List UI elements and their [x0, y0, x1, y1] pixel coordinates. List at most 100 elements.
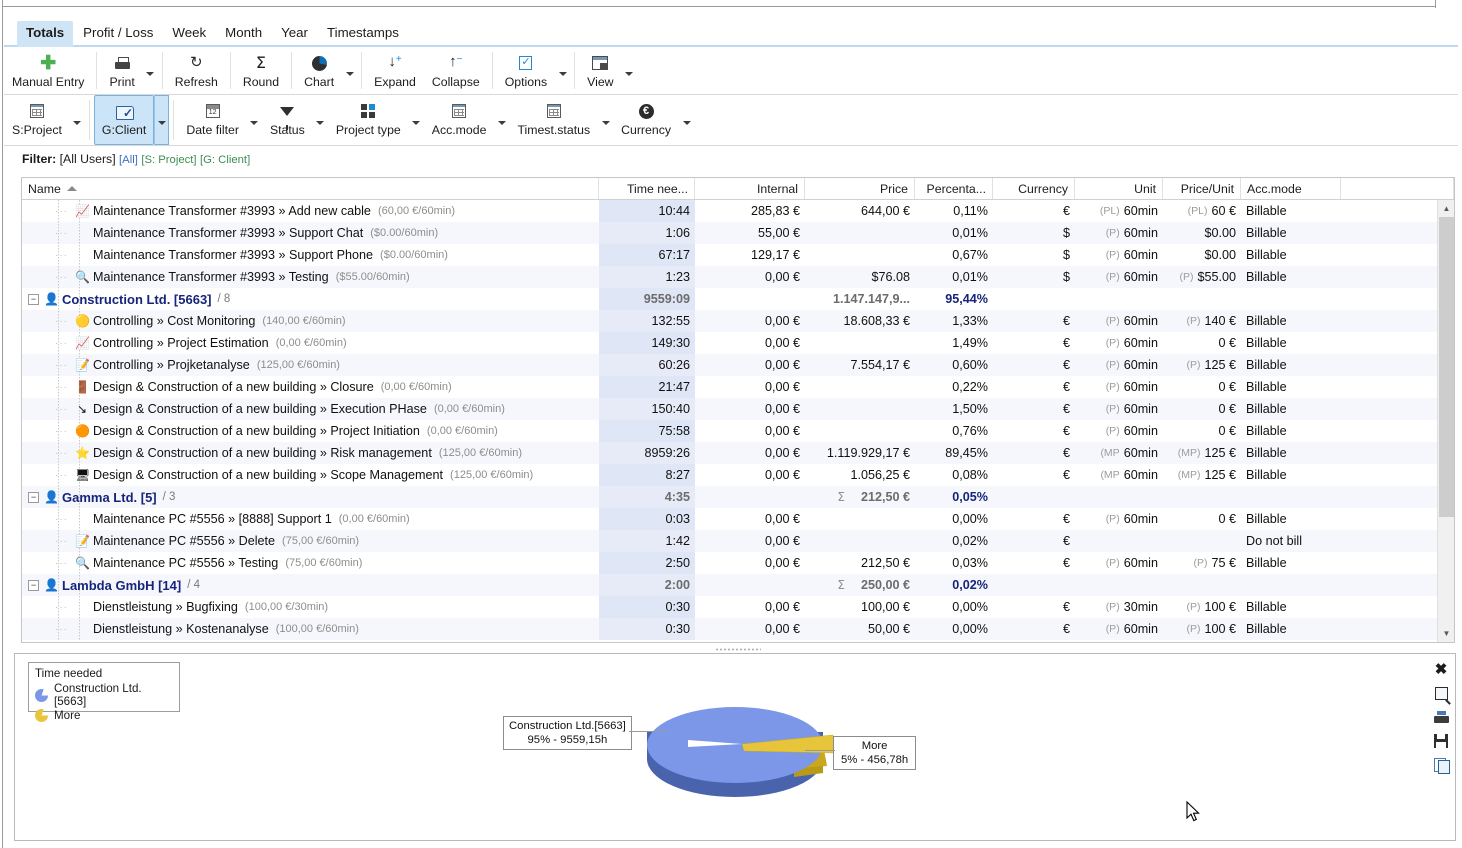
tab-year[interactable]: Year — [272, 21, 317, 47]
chart-button[interactable]: Chart — [296, 47, 342, 94]
acc-mode-button[interactable]: Acc.mode — [424, 95, 495, 145]
table-row[interactable]: ···🔍Maintenance PC #5556 » Testing(75,00… — [22, 552, 1454, 574]
tab-week[interactable]: Week — [163, 21, 215, 47]
cell-value: 1:06 — [665, 226, 690, 240]
cell-priceunit: 0 € — [1163, 398, 1241, 420]
person-icon: 👤 — [44, 292, 58, 306]
split-project-caret[interactable] — [70, 95, 85, 145]
expand-button[interactable]: ↓+ Expand — [366, 47, 424, 94]
chevron-down-icon — [559, 72, 567, 76]
column-header-accmode[interactable]: Acc.mode — [1241, 178, 1341, 199]
table-row[interactable]: ···Dienstleistung » Bugfixing(100,00 €/3… — [22, 596, 1454, 618]
currency-caret[interactable] — [679, 95, 694, 145]
group-client-caret[interactable] — [154, 95, 169, 145]
project-type-button[interactable]: Project type — [328, 95, 409, 145]
cell-price: Σ250,00 € — [805, 574, 915, 596]
scroll-thumb[interactable] — [1439, 217, 1454, 517]
column-header-price[interactable]: Price — [805, 178, 915, 199]
date-filter-button[interactable]: 12 Date filter — [178, 95, 247, 145]
cell-value: € — [1063, 622, 1070, 636]
acc-mode-caret[interactable] — [494, 95, 509, 145]
grid-vertical-scrollbar[interactable]: ▲ ▼ — [1437, 200, 1454, 642]
column-header-unit[interactable]: Unit — [1075, 178, 1163, 199]
timest-status-caret[interactable] — [598, 95, 613, 145]
table-row[interactable]: ···🔍Maintenance Transformer #3993 » Test… — [22, 266, 1454, 288]
group-client-button[interactable]: G:Client — [94, 95, 154, 145]
collapse-button[interactable]: ↑− Collapse — [424, 47, 488, 94]
cell-accmode — [1241, 288, 1341, 310]
collapse-expander[interactable]: − — [28, 580, 39, 591]
cell-internal: 0,00 € — [695, 376, 805, 398]
cell-name: ···🔍Maintenance PC #5556 » Testing(75,00… — [22, 552, 599, 574]
date-filter-caret[interactable] — [247, 95, 262, 145]
tab-totals[interactable]: Totals — [17, 21, 73, 47]
cell-value: Billable — [1246, 270, 1287, 284]
column-header-pct[interactable]: Percenta... — [915, 178, 993, 199]
refresh-button[interactable]: ↻ Refresh — [167, 47, 226, 94]
table-row[interactable]: ···🟠Design & Construction of a new build… — [22, 420, 1454, 442]
panel-splitter[interactable] — [21, 645, 1455, 653]
cell-name: ···🟡Controlling » Cost Monitoring(140,00… — [22, 310, 599, 332]
cell-name: ···Maintenance PC #5556 » [8888] Support… — [22, 508, 599, 530]
table-row[interactable]: ···📝Maintenance PC #5556 » Delete(75,00 … — [22, 530, 1454, 552]
table-row[interactable]: ···Dienstleistung » Kostenanalyse(100,00… — [22, 618, 1454, 640]
table-row[interactable]: ···Maintenance Transformer #3993 » Suppo… — [22, 244, 1454, 266]
tab-profit-loss[interactable]: Profit / Loss — [74, 21, 162, 47]
filter-group-tag[interactable]: [G: Client] — [200, 154, 250, 166]
group-row[interactable]: −👤Construction Ltd. [5663]/ 89559:091.14… — [22, 288, 1454, 310]
table-row[interactable]: ···🚪Design & Construction of a new build… — [22, 376, 1454, 398]
view-dropdown-caret[interactable] — [622, 47, 637, 94]
column-header-time[interactable]: Time nee... — [599, 178, 695, 199]
collapse-expander[interactable]: − — [28, 492, 39, 503]
table-row[interactable]: ···📈Maintenance Transformer #3993 » Add … — [22, 200, 1454, 222]
table-row[interactable]: ···Maintenance PC #5556 » [8888] Support… — [22, 508, 1454, 530]
filter-split-tag[interactable]: [S: Project] — [141, 154, 196, 166]
status-caret[interactable] — [313, 95, 328, 145]
tab-timestamps[interactable]: Timestamps — [318, 21, 408, 47]
cell-currency — [993, 288, 1075, 310]
print-dropdown-caret[interactable] — [143, 47, 158, 94]
tree-guide: ··· — [55, 206, 75, 217]
split-project-button[interactable]: S:Project — [4, 95, 70, 145]
manual-entry-button[interactable]: ✚ Manual Entry — [4, 47, 92, 94]
cell-time: 8959:26 — [599, 442, 695, 464]
table-row[interactable]: ···↘Design & Construction of a new build… — [22, 398, 1454, 420]
close-icon[interactable]: ✖ — [1430, 658, 1452, 680]
cell-accmode — [1241, 486, 1341, 508]
table-row[interactable]: ···🖥Design & Construction of a new build… — [22, 464, 1454, 486]
column-header-currency[interactable]: Currency — [993, 178, 1075, 199]
chart-dropdown-caret[interactable] — [342, 47, 357, 94]
collapse-expander[interactable]: − — [28, 294, 39, 305]
scroll-down-arrow[interactable]: ▼ — [1438, 625, 1455, 642]
scroll-up-arrow[interactable]: ▲ — [1438, 200, 1455, 217]
options-button[interactable]: Options — [497, 47, 555, 94]
round-button[interactable]: Σ Round — [235, 47, 287, 94]
project-type-caret[interactable] — [409, 95, 424, 145]
cell-accmode: Billable — [1241, 310, 1341, 332]
table-row[interactable]: ···⭐Design & Construction of a new build… — [22, 442, 1454, 464]
filter-all-tag[interactable]: [All] — [119, 154, 138, 166]
group-row[interactable]: −👤Lambda GmbH [14]/ 42:00Σ250,00 €0,02% — [22, 574, 1454, 596]
pie-chart-area[interactable]: Construction Ltd.[5663] 95% - 9559,15h M… — [15, 654, 1427, 840]
copy-icon[interactable] — [1430, 754, 1452, 776]
tab-month[interactable]: Month — [216, 21, 271, 47]
filter-users-tag[interactable]: [All Users] — [60, 152, 116, 166]
column-header-internal[interactable]: Internal — [695, 178, 805, 199]
timest-status-button[interactable]: Timest.status — [509, 95, 598, 145]
column-header-priceunit[interactable]: Price/Unit — [1163, 178, 1241, 199]
table-row[interactable]: ···📝Controlling » Projketanalyse(125,00 … — [22, 354, 1454, 376]
zoom-preview-icon[interactable] — [1430, 682, 1452, 704]
save-icon[interactable] — [1430, 730, 1452, 752]
view-button[interactable]: View — [579, 47, 621, 94]
print-button[interactable]: Print — [101, 47, 142, 94]
table-row[interactable]: ···🟡Controlling » Cost Monitoring(140,00… — [22, 310, 1454, 332]
column-header-name[interactable]: Name — [22, 178, 599, 199]
status-button[interactable]: Status — [262, 95, 313, 145]
priceunit-prefix: (P) — [1186, 601, 1200, 613]
table-row[interactable]: ···Maintenance Transformer #3993 » Suppo… — [22, 222, 1454, 244]
options-dropdown-caret[interactable] — [555, 47, 570, 94]
group-row[interactable]: −👤Gamma Ltd. [5]/ 34:35Σ212,50 €0,05% — [22, 486, 1454, 508]
currency-button[interactable]: € Currency — [613, 95, 679, 145]
table-row[interactable]: ···📈Controlling » Project Estimation(0,0… — [22, 332, 1454, 354]
print-icon[interactable] — [1430, 706, 1452, 728]
